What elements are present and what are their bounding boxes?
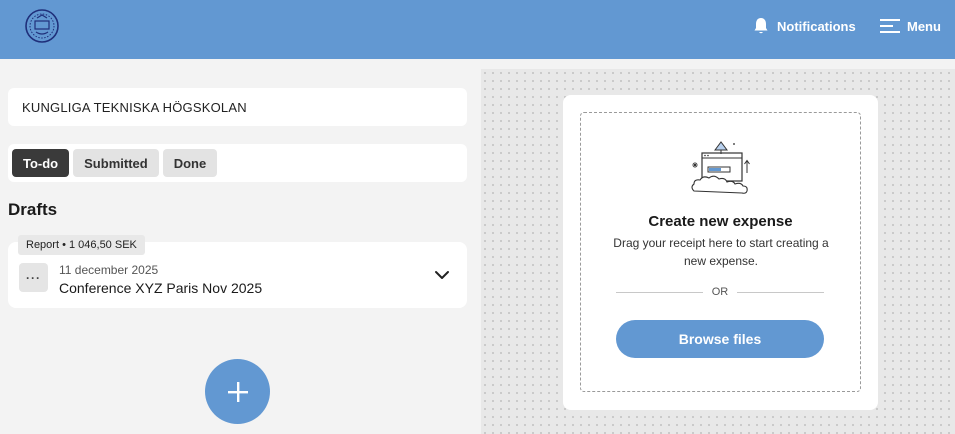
receipt-dropzone[interactable]: Create new expense Drag your receipt her…: [580, 112, 861, 392]
main-panel: KUNGLIGA TEKNISKA HÖGSKOLAN To-do Submit…: [0, 59, 481, 434]
drafts-heading: Drafts: [8, 200, 58, 219]
organization-selector[interactable]: KUNGLIGA TEKNISKA HÖGSKOLAN: [8, 88, 467, 126]
menu-button[interactable]: Menu: [879, 15, 941, 37]
plus-icon: [227, 381, 248, 402]
upload-panel: Create new expense Drag your receipt her…: [481, 69, 955, 434]
divider-line: [737, 291, 824, 293]
upload-illustration-icon: [691, 141, 750, 194]
create-expense-description: Drag your receipt here to start creating…: [613, 236, 829, 268]
create-expense-title: Create new expense: [648, 213, 793, 230]
divider-line: [616, 291, 703, 293]
notifications-button[interactable]: Notifications: [751, 15, 856, 37]
notifications-label: Notifications: [777, 18, 856, 34]
tab-to-do[interactable]: To-do: [12, 149, 70, 177]
top-bar: Notifications Menu: [0, 0, 955, 59]
draft-date: 11 december 2025: [59, 263, 159, 277]
bell-icon: [754, 18, 768, 34]
draft-card[interactable]: Report • 1 046,50 SEK ··· 11 december 20…: [8, 235, 467, 308]
draft-title: Conference XYZ Paris Nov 2025: [59, 280, 263, 296]
or-divider: OR: [616, 286, 824, 298]
report-badge: Report • 1 046,50 SEK: [18, 235, 145, 255]
browse-files-button[interactable]: Browse files: [616, 320, 824, 358]
kth-logo[interactable]: [24, 8, 60, 44]
add-expense-button[interactable]: [205, 359, 270, 424]
tab-done[interactable]: Done: [162, 149, 218, 177]
chevron-down-icon[interactable]: [434, 269, 450, 281]
tab-submitted[interactable]: Submitted: [73, 149, 159, 177]
menu-label: Menu: [907, 18, 941, 34]
or-label: OR: [711, 286, 729, 298]
more-options-button[interactable]: ···: [19, 263, 48, 292]
hamburger-icon: [880, 19, 900, 33]
upload-card: Create new expense Drag your receipt her…: [563, 95, 878, 410]
status-tabs: To-do Submitted Done: [8, 144, 467, 182]
